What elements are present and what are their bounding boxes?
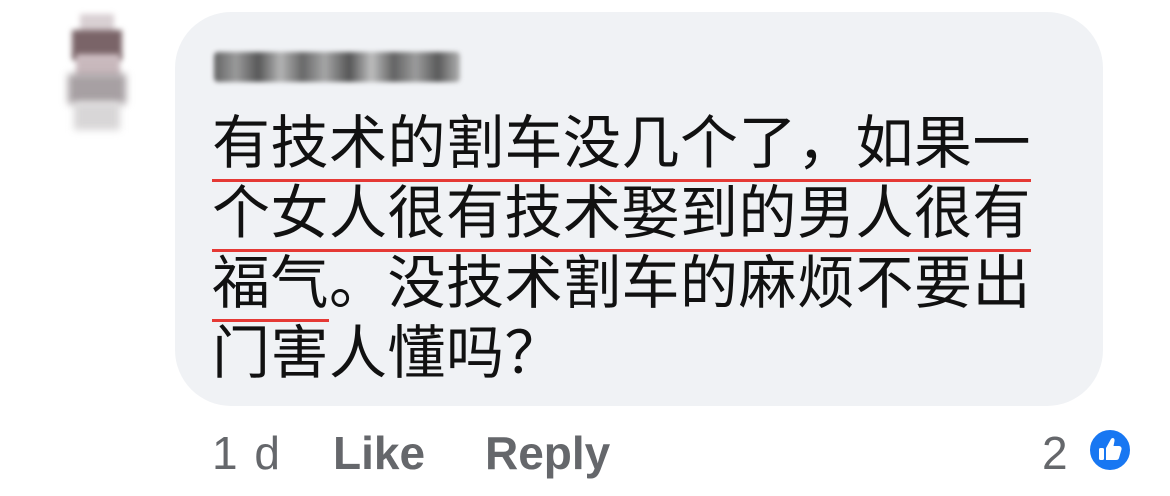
- underlined-text: 福气: [212, 249, 330, 322]
- comment-line-4: 门害人懂吗？: [212, 320, 563, 386]
- comment-text: 门害人懂吗？: [212, 319, 564, 387]
- author-name-obscured[interactable]: [214, 52, 460, 82]
- reaction-count[interactable]: 2: [1042, 422, 1068, 484]
- thumbs-up-icon[interactable]: [1087, 427, 1133, 473]
- underlined-text: 有技术的割车没几个了，如果一: [212, 109, 1032, 182]
- comment-line-3: 福气。没技术割车的麻烦不要出: [212, 249, 1032, 322]
- comment-line-2: 个女人很有技术娶到的男人很有: [212, 179, 1032, 252]
- avatar[interactable]: [58, 14, 136, 132]
- like-button[interactable]: Like: [333, 422, 425, 484]
- timestamp[interactable]: 1 d: [212, 422, 282, 484]
- comment-text: 。没技术割车的麻烦不要出: [329, 249, 1032, 317]
- comment-line-1: 有技术的割车没几个了，如果一: [212, 109, 1032, 182]
- reply-button[interactable]: Reply: [485, 422, 610, 484]
- thumbs-up-glyph: [1099, 437, 1122, 460]
- underlined-text: 个女人很有技术娶到的男人很有: [212, 179, 1032, 252]
